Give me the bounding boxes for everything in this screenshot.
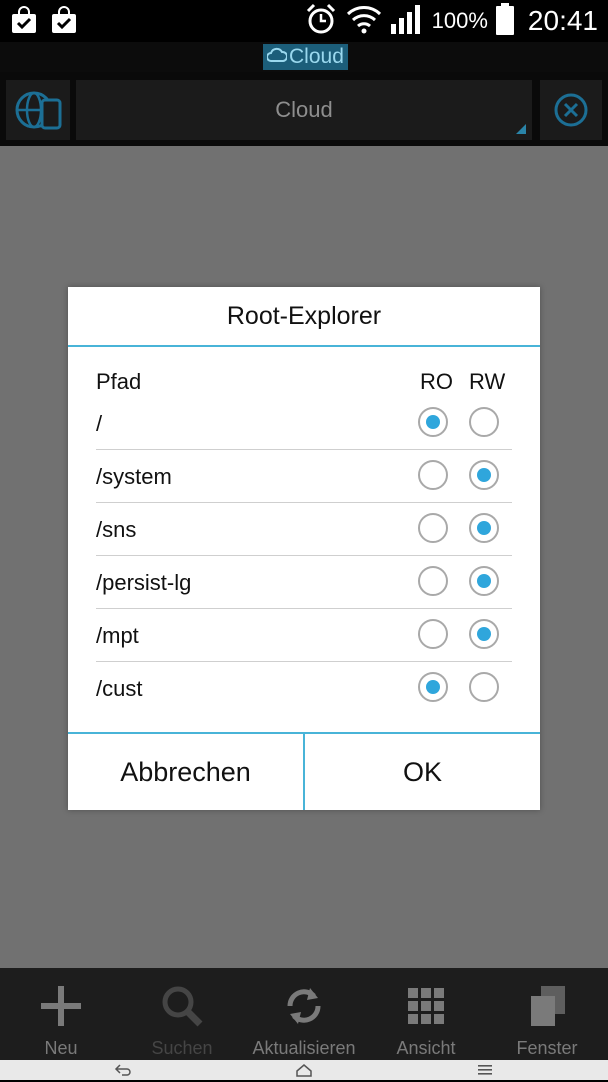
- menu-icon[interactable]: [477, 1063, 493, 1082]
- search-icon: [160, 984, 204, 1028]
- windows-icon: [525, 984, 569, 1028]
- windows-label: Fenster: [516, 1038, 578, 1058]
- mount-row: /cust: [96, 662, 512, 715]
- mount-row: /sns: [96, 503, 512, 556]
- mount-path: /mpt: [96, 623, 139, 648]
- shopping-bag-check-icon: [50, 6, 78, 34]
- mount-row: /persist-lg: [96, 556, 512, 609]
- battery-percent: 100%: [431, 8, 488, 33]
- mount-row: /: [96, 397, 512, 450]
- view-label: Ansicht: [396, 1038, 456, 1058]
- windows-button[interactable]: Fenster: [498, 972, 596, 1058]
- refresh-label: Aktualisieren: [252, 1038, 356, 1058]
- close-location-button[interactable]: [540, 80, 602, 140]
- mount-row: /mpt: [96, 609, 512, 662]
- ro-radio[interactable]: [418, 566, 448, 596]
- rw-radio[interactable]: [469, 672, 499, 702]
- ro-radio[interactable]: [418, 407, 448, 437]
- plus-icon: [39, 984, 83, 1028]
- ro-radio[interactable]: [418, 460, 448, 490]
- new-label: Neu: [44, 1038, 78, 1058]
- rw-radio[interactable]: [469, 407, 499, 437]
- view-button[interactable]: Ansicht: [380, 972, 472, 1058]
- close-circle-icon: [553, 92, 589, 133]
- rw-radio[interactable]: [469, 566, 499, 596]
- home-icon[interactable]: [295, 1063, 313, 1082]
- mount-path: /system: [96, 464, 172, 489]
- rw-radio[interactable]: [469, 619, 499, 649]
- root-explorer-dialog: Root-Explorer Pfad RO RW / /system /sns …: [68, 287, 540, 810]
- globe-device-icon: [14, 88, 62, 137]
- cancel-button[interactable]: Abbrechen: [68, 734, 303, 810]
- mount-path: /cust: [96, 676, 143, 701]
- header-rw: RW: [469, 369, 506, 394]
- signal-icon: [390, 4, 424, 39]
- wifi-icon: [346, 4, 382, 39]
- app-title-label: Cloud: [289, 45, 344, 68]
- ro-radio[interactable]: [418, 672, 448, 702]
- refresh-button[interactable]: Aktualisieren: [234, 972, 374, 1058]
- dialog-title: Root-Explorer: [226, 301, 382, 330]
- search-label: Suchen: [151, 1038, 213, 1058]
- ro-radio[interactable]: [418, 619, 448, 649]
- header-ro: RO: [420, 369, 453, 394]
- alarm-clock-icon: [304, 2, 338, 41]
- shopping-bag-check-icon: [10, 6, 38, 34]
- refresh-icon: [282, 984, 326, 1028]
- globe-device-button[interactable]: [6, 80, 70, 140]
- header-path: Pfad: [96, 369, 142, 394]
- new-button[interactable]: Neu: [20, 972, 102, 1058]
- mount-path: /: [96, 411, 103, 436]
- rw-radio[interactable]: [469, 460, 499, 490]
- dropdown-corner-icon: [516, 124, 526, 134]
- cloud-icon: [266, 44, 289, 70]
- back-icon[interactable]: [114, 1063, 132, 1082]
- status-bar: 100% 20:41: [0, 0, 608, 42]
- search-button[interactable]: Suchen: [132, 972, 232, 1058]
- mount-row: /system: [96, 450, 512, 503]
- location-label: Cloud: [275, 97, 333, 122]
- location-dropdown[interactable]: Cloud: [76, 80, 532, 140]
- system-nav-bar: [0, 1060, 608, 1080]
- grid-icon: [404, 984, 448, 1028]
- mount-path: /sns: [96, 517, 137, 542]
- ok-button[interactable]: OK: [305, 734, 540, 810]
- rw-radio[interactable]: [469, 513, 499, 543]
- battery-icon: [495, 2, 514, 40]
- mount-path: /persist-lg: [96, 570, 192, 595]
- clock-time: 20:41: [527, 5, 598, 36]
- app-title-tag: Cloud: [263, 44, 348, 70]
- dialog-title-divider: [68, 345, 540, 347]
- ro-radio[interactable]: [418, 513, 448, 543]
